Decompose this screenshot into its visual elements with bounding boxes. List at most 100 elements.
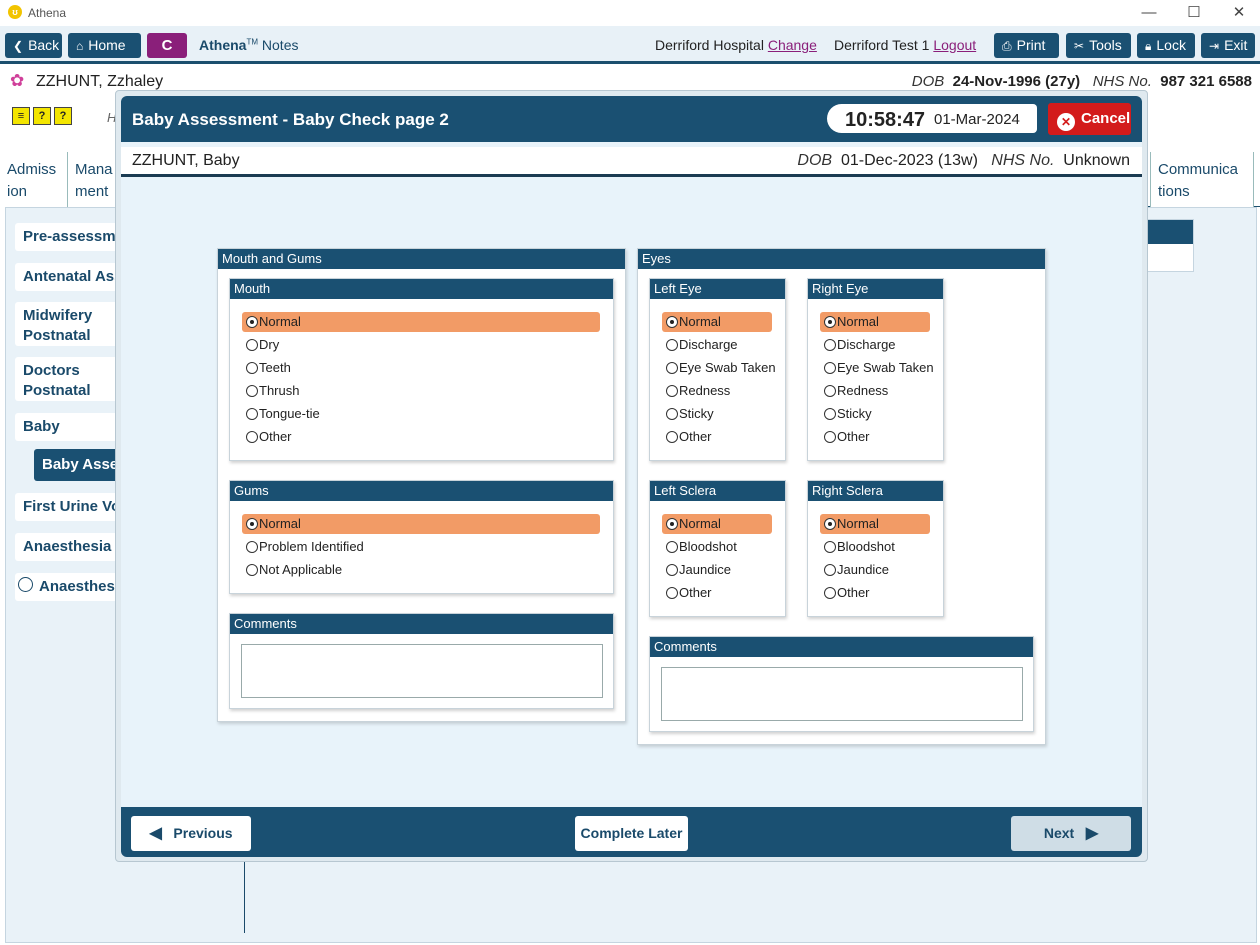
arrow-left-icon: ◀ [149, 825, 162, 842]
sidebar-item-anaesthesia-in[interactable]: Anaesthesia In [15, 533, 125, 561]
mouth-option-other[interactable]: Other [242, 427, 600, 447]
sidebar-item-antenatal[interactable]: Antenatal Assessments [15, 263, 125, 291]
mouth-option-tongue-tie[interactable]: Tongue-tie [242, 404, 600, 424]
right-sclera-option-jaundice[interactable]: Jaundice [820, 560, 938, 580]
print-button[interactable]: ⎙ Print [994, 33, 1059, 58]
gums-option-not-applicable[interactable]: Not Applicable [242, 560, 600, 580]
radio-selected-icon [246, 518, 258, 530]
left-sclera-option-normal[interactable]: Normal [662, 514, 772, 534]
radio-icon [666, 587, 678, 599]
tab-communications[interactable]: Communica tions [1150, 152, 1254, 207]
sidebar-item-first-urine[interactable]: First Urine Void [15, 493, 125, 521]
lock-button[interactable]: 🔒︎ Lock [1137, 33, 1195, 58]
cancel-button[interactable]: ✕ Cancel [1048, 103, 1131, 135]
gums-title: Gums [230, 481, 613, 501]
logout-link[interactable]: Logout [933, 37, 976, 53]
close-window-icon[interactable]: ✕ [1216, 2, 1260, 24]
radio-icon [824, 431, 836, 443]
c-button[interactable]: C [147, 33, 187, 58]
radio-icon [18, 577, 33, 592]
back-button[interactable]: ❮ Back [5, 33, 62, 58]
left-sclera-option-jaundice[interactable]: Jaundice [662, 560, 780, 580]
radio-icon [666, 564, 678, 576]
chevron-left-icon: ❮ [13, 39, 24, 53]
minimize-icon[interactable]: — [1126, 2, 1172, 24]
exit-icon: ⇥ [1209, 39, 1220, 53]
radio-icon [824, 587, 836, 599]
tab-admission[interactable]: Admiss ion [0, 152, 68, 207]
radio-icon [824, 408, 836, 420]
radio-icon [246, 431, 258, 443]
gums-group: Gums Normal Problem Identified Not Appli… [229, 480, 614, 594]
mouth-option-normal[interactable]: Normal [242, 312, 600, 332]
eyes-comments-field[interactable] [661, 667, 1023, 721]
window-titlebar: ʊ Athena — ☐ ✕ [0, 0, 1260, 26]
left-eye-option-redness[interactable]: Redness [662, 381, 780, 401]
left-eye-option-discharge[interactable]: Discharge [662, 335, 780, 355]
sidebar-item-baby[interactable]: Baby [15, 413, 125, 441]
notes-alert-icon[interactable]: ≡ [12, 107, 30, 125]
patient-details: DOB 24-Nov-1996 (27y) NHS No. 987 321 65… [911, 73, 1252, 90]
previous-button[interactable]: ◀ Previous [131, 816, 251, 851]
sidebar-item-baby-assessment[interactable]: Baby Assessment [34, 449, 124, 481]
sidebar-item-midwifery[interactable]: Midwifery Postnatal Assessments [15, 302, 125, 346]
patient-name: ZZHUNT, Zzhaley [36, 73, 164, 90]
radio-icon [246, 385, 258, 397]
radio-selected-icon [824, 316, 836, 328]
home-button[interactable]: ⌂ Home [68, 33, 141, 58]
exit-button[interactable]: ⇥ Exit [1201, 33, 1255, 58]
right-sclera-option-normal[interactable]: Normal [820, 514, 930, 534]
left-eye-option-normal[interactable]: Normal [662, 312, 772, 332]
gums-option-normal[interactable]: Normal [242, 514, 600, 534]
left-eye-option-swab[interactable]: Eye Swab Taken [662, 358, 780, 378]
maximize-icon[interactable]: ☐ [1171, 2, 1217, 24]
tools-button[interactable]: ✂ Tools [1066, 33, 1131, 58]
athena-logo-icon: ʊ [8, 5, 22, 19]
radio-icon [824, 541, 836, 553]
left-sclera-group: Left Sclera Normal Bloodshot Jaundice Ot… [649, 480, 786, 617]
mouth-option-teeth[interactable]: Teeth [242, 358, 600, 378]
left-eye-group: Left Eye Normal Discharge Eye Swab Taken… [649, 278, 786, 461]
arrow-right-icon: ▶ [1085, 825, 1099, 842]
left-eye-option-other[interactable]: Other [662, 427, 780, 447]
right-sclera-option-other[interactable]: Other [820, 583, 938, 603]
radio-icon [824, 385, 836, 397]
app-name: AthenaTM Notes [199, 37, 299, 53]
radio-icon [666, 362, 678, 374]
right-sclera-option-bloodshot[interactable]: Bloodshot [820, 537, 938, 557]
complete-later-button[interactable]: Complete Later [575, 816, 688, 851]
change-hospital-link[interactable]: Change [768, 37, 817, 53]
help-alert-icon[interactable]: ? [33, 107, 51, 125]
right-eye-option-swab[interactable]: Eye Swab Taken [820, 358, 938, 378]
right-eye-option-redness[interactable]: Redness [820, 381, 938, 401]
clock-date: 01-Mar-2024 [934, 111, 1020, 128]
radio-selected-icon [666, 316, 678, 328]
hospital-info: Derriford Hospital Change [655, 37, 817, 53]
right-eye-option-normal[interactable]: Normal [820, 312, 930, 332]
right-eye-option-discharge[interactable]: Discharge [820, 335, 938, 355]
mouth-comments-field[interactable] [241, 644, 603, 698]
mouth-option-dry[interactable]: Dry [242, 335, 600, 355]
gums-option-problem[interactable]: Problem Identified [242, 537, 600, 557]
radio-icon [824, 362, 836, 374]
radio-selected-icon [246, 316, 258, 328]
radio-icon [824, 564, 836, 576]
next-button[interactable]: Next ▶ [1011, 816, 1131, 851]
radio-icon [246, 408, 258, 420]
baby-name: ZZHUNT, Baby [132, 152, 240, 169]
sidebar-item-pre-assessment[interactable]: Pre-assessment [15, 223, 125, 251]
left-sclera-option-bloodshot[interactable]: Bloodshot [662, 537, 780, 557]
radio-icon [246, 541, 258, 553]
home-icon: ⌂ [76, 39, 84, 53]
mouth-group: Mouth Normal Dry Teeth Thrush Tongue-tie… [229, 278, 614, 461]
alert-icons: ≡?? [12, 107, 75, 125]
sidebar-item-anaesthesia[interactable]: Anaesthesia [15, 573, 125, 601]
mouth-title: Mouth [230, 279, 613, 299]
help-alert-icon-2[interactable]: ? [54, 107, 72, 125]
left-eye-option-sticky[interactable]: Sticky [662, 404, 780, 424]
right-eye-option-other[interactable]: Other [820, 427, 938, 447]
mouth-option-thrush[interactable]: Thrush [242, 381, 600, 401]
left-sclera-option-other[interactable]: Other [662, 583, 780, 603]
sidebar-item-doctors[interactable]: Doctors Postnatal Assessments [15, 357, 125, 401]
right-eye-option-sticky[interactable]: Sticky [820, 404, 938, 424]
